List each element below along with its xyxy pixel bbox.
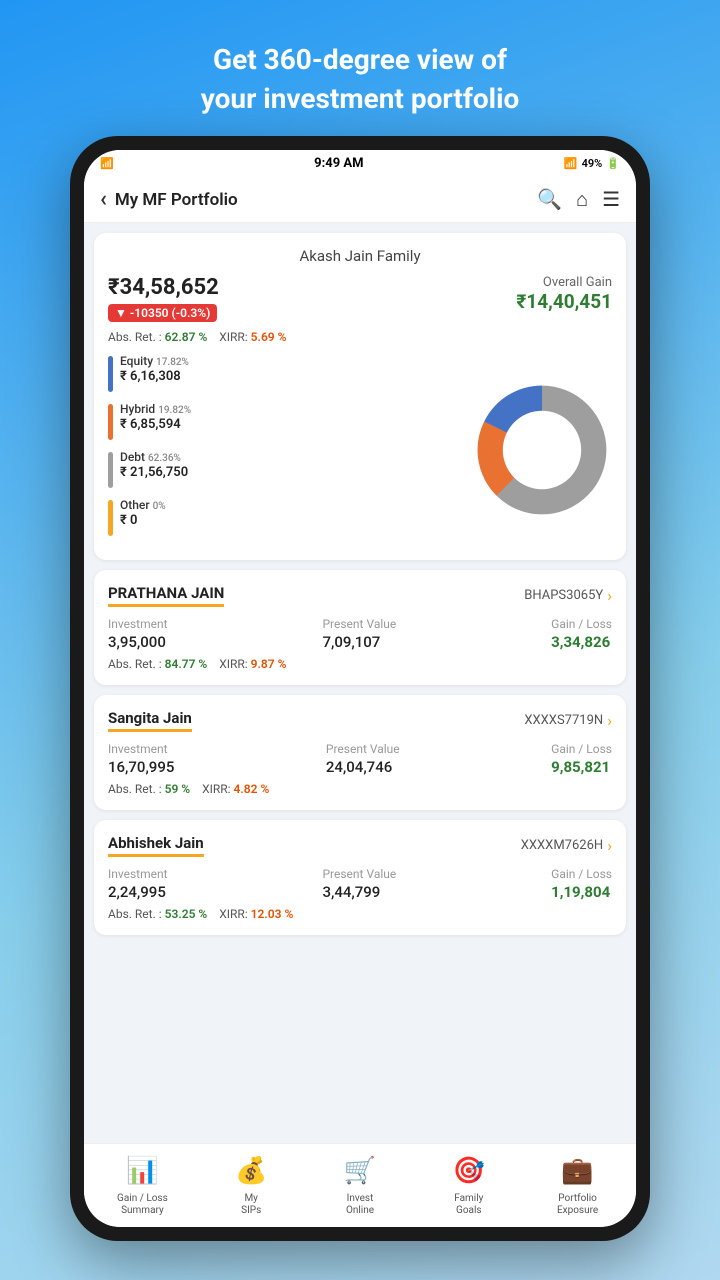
- tagline: Get 360-degree view of your investment p…: [201, 40, 520, 118]
- abs-ret-row: Abs. Ret. : 62.87 % XIRR: 5.69 %: [108, 330, 612, 344]
- search-icon[interactable]: 🔍: [537, 187, 562, 212]
- overall-gain-label: Overall Gain: [360, 275, 612, 290]
- nav-icon-my-sips: 💰: [229, 1152, 273, 1190]
- nav-item-portfolio-exposure[interactable]: 💼 PortfolioExposure: [523, 1152, 632, 1217]
- person-name: Sangita Jain: [108, 709, 192, 732]
- chevron-icon[interactable]: ›: [607, 711, 612, 730]
- present-value-metric: Present Value 7,09,107: [322, 617, 396, 651]
- nav-item-my-sips[interactable]: 💰 MySIPs: [197, 1152, 306, 1217]
- tagline-line1: Get 360-degree view of: [201, 40, 520, 79]
- page-title: My MF Portfolio: [115, 190, 537, 210]
- legend-color: [108, 500, 113, 536]
- nav-label-invest-online: InvestOnline: [346, 1193, 374, 1217]
- metrics-row: Investment 2,24,995 Present Value 3,44,7…: [108, 867, 612, 901]
- status-battery: 📶 49% 🔋: [564, 157, 620, 170]
- chart-section: Equity 17.82% ₹ 6,16,308 Hybrid 19.82% ₹…: [108, 354, 612, 546]
- legend-color: [108, 404, 113, 440]
- person-abs-ret: Abs. Ret. : 59 % XIRR: 4.82 %: [108, 782, 612, 796]
- main-content: Akash Jain Family ₹34,58,652 ▼ -10350 (-…: [84, 223, 636, 1143]
- nav-label-gain-loss: Gain / LossSummary: [117, 1193, 168, 1217]
- status-wifi: 📶: [100, 157, 114, 170]
- present-value-metric: Present Value 3,44,799: [322, 867, 396, 901]
- person-card[interactable]: Sangita Jain XXXXS7719N › Investment 16,…: [94, 695, 626, 810]
- menu-icon[interactable]: ☰: [602, 187, 620, 212]
- portfolio-top: ₹34,58,652 ▼ -10350 (-0.3%) Overall Gain…: [108, 275, 612, 322]
- legend-item: Equity 17.82% ₹ 6,16,308: [108, 354, 472, 392]
- nav-icon-invest-online: 🛒: [338, 1152, 382, 1190]
- donut-chart: [472, 380, 612, 520]
- chevron-icon[interactable]: ›: [607, 586, 612, 605]
- person-id: XXXXM7626H ›: [521, 836, 612, 855]
- bottom-nav: 📊 Gain / LossSummary 💰 MySIPs 🛒 InvestOn…: [84, 1143, 636, 1227]
- home-icon[interactable]: ⌂: [576, 187, 588, 212]
- gain-loss-metric: Gain / Loss 3,34,826: [551, 617, 612, 651]
- legend-color: [108, 452, 113, 488]
- total-value: ₹34,58,652: [108, 275, 360, 300]
- portfolio-left: ₹34,58,652 ▼ -10350 (-0.3%): [108, 275, 360, 322]
- investment-metric: Investment 3,95,000: [108, 617, 168, 651]
- person-card[interactable]: Abhishek Jain XXXXM7626H › Investment 2,…: [94, 820, 626, 935]
- nav-label-my-sips: MySIPs: [241, 1193, 261, 1217]
- nav-icon-family-goals: 🎯: [447, 1152, 491, 1190]
- person-name: PRATHANA JAIN: [108, 584, 224, 607]
- status-time: 9:49 AM: [314, 156, 363, 171]
- person-header: PRATHANA JAIN BHAPS3065Y ›: [108, 584, 612, 607]
- legend-item: Hybrid 19.82% ₹ 6,85,594: [108, 402, 472, 440]
- nav-label-portfolio-exposure: PortfolioExposure: [557, 1193, 598, 1217]
- metrics-row: Investment 3,95,000 Present Value 7,09,1…: [108, 617, 612, 651]
- person-header: Sangita Jain XXXXS7719N ›: [108, 709, 612, 732]
- gain-loss-metric: Gain / Loss 1,19,804: [551, 867, 612, 901]
- person-abs-ret: Abs. Ret. : 84.77 % XIRR: 9.87 %: [108, 657, 612, 671]
- tagline-line2: your investment portfolio: [201, 79, 520, 118]
- portfolio-summary-card: Akash Jain Family ₹34,58,652 ▼ -10350 (-…: [94, 233, 626, 560]
- status-bar: 📶 9:49 AM 📶 49% 🔋: [84, 150, 636, 177]
- nav-label-family-goals: FamilyGoals: [454, 1193, 483, 1217]
- present-value-metric: Present Value 24,04,746: [326, 742, 400, 776]
- nav-item-invest-online[interactable]: 🛒 InvestOnline: [306, 1152, 415, 1217]
- legend-item: Other 0% ₹ 0: [108, 498, 472, 536]
- back-button[interactable]: ‹: [100, 187, 107, 212]
- nav-item-gain-loss[interactable]: 📊 Gain / LossSummary: [88, 1152, 197, 1217]
- investment-metric: Investment 16,70,995: [108, 742, 174, 776]
- legend-item: Debt 62.36% ₹ 21,56,750: [108, 450, 472, 488]
- chevron-icon[interactable]: ›: [607, 836, 612, 855]
- change-badge: ▼ -10350 (-0.3%): [108, 304, 217, 322]
- person-id: BHAPS3065Y ›: [524, 586, 612, 605]
- person-name: Abhishek Jain: [108, 834, 204, 857]
- app-bar: ‹ My MF Portfolio 🔍 ⌂ ☰: [84, 177, 636, 223]
- person-header: Abhishek Jain XXXXM7626H ›: [108, 834, 612, 857]
- gain-loss-metric: Gain / Loss 9,85,821: [551, 742, 612, 776]
- phone-screen: 📶 9:49 AM 📶 49% 🔋 ‹ My MF Portfolio 🔍 ⌂ …: [84, 150, 636, 1227]
- nav-item-family-goals[interactable]: 🎯 FamilyGoals: [414, 1152, 523, 1217]
- phone-frame: 📶 9:49 AM 📶 49% 🔋 ‹ My MF Portfolio 🔍 ⌂ …: [70, 136, 650, 1241]
- persons-list: PRATHANA JAIN BHAPS3065Y › Investment 3,…: [84, 570, 636, 935]
- legend-color: [108, 356, 113, 392]
- person-abs-ret: Abs. Ret. : 53.25 % XIRR: 12.03 %: [108, 907, 612, 921]
- app-bar-icons: 🔍 ⌂ ☰: [537, 187, 620, 212]
- person-card[interactable]: PRATHANA JAIN BHAPS3065Y › Investment 3,…: [94, 570, 626, 685]
- person-id: XXXXS7719N ›: [524, 711, 612, 730]
- chart-legend: Equity 17.82% ₹ 6,16,308 Hybrid 19.82% ₹…: [108, 354, 472, 546]
- nav-icon-portfolio-exposure: 💼: [556, 1152, 600, 1190]
- overall-gain-value: ₹14,40,451: [360, 290, 612, 313]
- overall-gain-section: Overall Gain ₹14,40,451: [360, 275, 612, 313]
- metrics-row: Investment 16,70,995 Present Value 24,04…: [108, 742, 612, 776]
- nav-icon-gain-loss: 📊: [120, 1152, 164, 1190]
- investment-metric: Investment 2,24,995: [108, 867, 168, 901]
- family-name: Akash Jain Family: [108, 247, 612, 265]
